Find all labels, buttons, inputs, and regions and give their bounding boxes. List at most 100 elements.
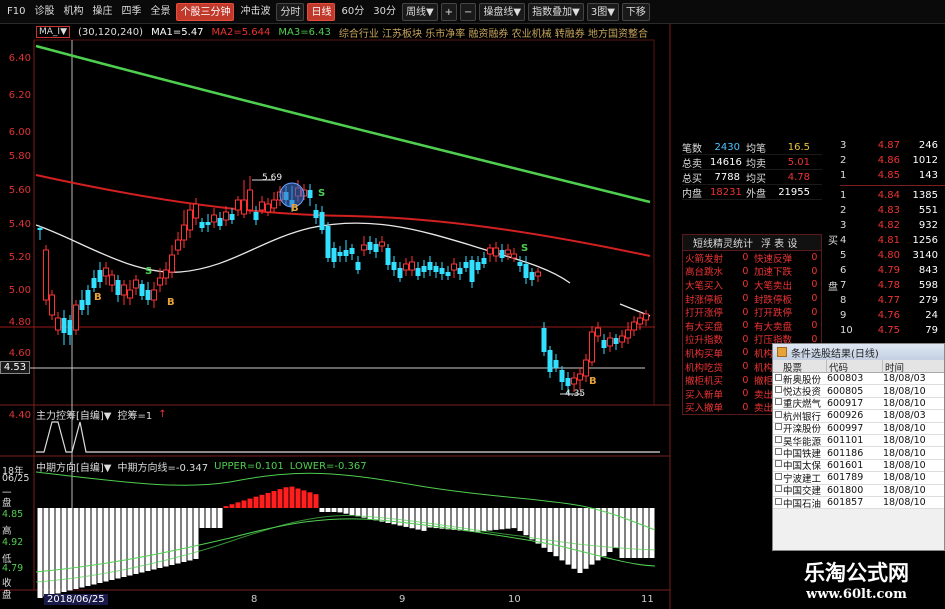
histogram-bar [463, 508, 469, 532]
histogram-bar [403, 508, 409, 527]
col-code[interactable]: 代码 [827, 360, 883, 374]
result-row[interactable]: 中国石油 601857 18/08/10 [773, 496, 944, 510]
level-price: 4.75 [877, 325, 900, 336]
price-tick: 4.80 [8, 317, 31, 328]
sell-signal: S [145, 266, 152, 277]
stock-code: 601857 [827, 497, 864, 509]
candle-body [307, 190, 313, 198]
spirit-count: 0 [742, 347, 749, 359]
level-index: 8 [840, 295, 847, 306]
spirit-row[interactable]: 有大买盘 0 有大卖盘 0 [683, 319, 821, 333]
spirit-count: 0 [742, 293, 749, 305]
candle-body [73, 304, 79, 331]
spirit-row[interactable]: 打开涨停 0 打开跌停 0 [683, 305, 821, 320]
histogram-bar [481, 508, 487, 532]
panel3-title[interactable]: 中期方向[自编]▼ [36, 459, 112, 474]
histogram-bar [247, 498, 253, 508]
histogram-bar [85, 508, 91, 586]
histogram-bar [613, 508, 619, 548]
candle-body [373, 244, 379, 252]
price-tick: 5.20 [8, 252, 31, 263]
stat-value: 14616 [710, 156, 742, 168]
histogram-bar [211, 508, 217, 528]
candle-body [337, 252, 343, 256]
histogram-bar [475, 508, 481, 532]
stat-key: 均笔 [746, 143, 766, 155]
low-annotation: 4.35 [565, 389, 586, 399]
panel3-label: 4.79 [2, 563, 24, 574]
col-stock[interactable]: 股票 [773, 360, 827, 374]
select-time: 18/08/03 [883, 373, 926, 385]
level-index: 2 [840, 155, 847, 166]
candle-body [235, 199, 241, 211]
candle-body [247, 189, 253, 211]
candle-body [535, 271, 541, 277]
histogram-bar [79, 508, 85, 588]
candle-body [541, 328, 547, 352]
histogram-bar [103, 508, 109, 582]
candle-body [529, 272, 535, 280]
histogram-bar [301, 490, 307, 508]
row-checkbox[interactable] [775, 448, 782, 456]
candle-body [127, 289, 133, 299]
spirit-row[interactable]: 封涨停板 0 封跌停板 0 [683, 292, 821, 306]
histogram-bar [49, 508, 55, 595]
row-checkbox[interactable] [775, 398, 782, 406]
dialog-titlebar[interactable]: 条件选股结果(日线) [773, 344, 944, 360]
histogram-bar [355, 508, 361, 517]
stat-key: 笔数 [682, 143, 702, 155]
level-index: 7 [840, 280, 847, 291]
candle-body [403, 263, 409, 271]
panel2-title[interactable]: 主力控筹[自编]▼ [36, 407, 112, 422]
histogram-bar [415, 508, 421, 530]
row-checkbox[interactable] [775, 472, 782, 480]
stat-key: 均买 [746, 173, 766, 185]
row-checkbox[interactable] [775, 497, 782, 505]
histogram-bar [271, 491, 277, 508]
histogram-bar [631, 508, 637, 558]
price-tick: 4.60 [8, 348, 31, 359]
candle-body [91, 278, 97, 288]
ma3-line [35, 44, 651, 204]
candle-body [199, 222, 205, 228]
stat-key: 外盘 [746, 188, 766, 200]
spirit-count: 0 [811, 265, 818, 277]
buy-level-row: 1 4.84 1385 [840, 188, 945, 203]
spirit-tabs[interactable]: 浮 表 设 [761, 235, 797, 250]
col-time[interactable]: 时间 [883, 360, 939, 374]
spirit-row[interactable]: 大笔买入 0 大笔卖出 0 [683, 278, 821, 292]
sell-level-row: 3 4.87 246 [840, 138, 945, 153]
spirit-label: 有大买盘 [685, 321, 724, 333]
candle-body [595, 327, 601, 337]
spirit-row[interactable]: 高台跳水 0 加速下跌 0 [683, 265, 821, 279]
spirit-title[interactable]: 短线精灵统计 [693, 235, 753, 250]
candle-body [475, 262, 481, 270]
row-checkbox[interactable] [775, 373, 782, 381]
pan-side-label: 盘 [828, 282, 838, 293]
row-checkbox[interactable] [775, 460, 782, 468]
buy-signal: B [167, 297, 175, 308]
candle-body [103, 267, 109, 277]
level-index: 6 [840, 265, 847, 276]
select-time: 18/08/10 [883, 484, 926, 496]
level-volume: 598 [918, 280, 938, 291]
stock-name: 中国石油 [783, 498, 822, 510]
level-volume: 143 [918, 170, 938, 181]
row-checkbox[interactable] [775, 485, 782, 493]
histogram-bar [289, 486, 295, 508]
histogram-bar [259, 494, 265, 508]
histogram-bar [73, 508, 79, 589]
row-checkbox[interactable] [775, 423, 782, 431]
candle-body [163, 269, 169, 279]
histogram-bar [553, 508, 559, 557]
row-checkbox[interactable] [775, 386, 782, 394]
histogram-bar [337, 508, 343, 513]
row-checkbox[interactable] [775, 435, 782, 443]
candle-body [607, 337, 613, 347]
histogram-bar [325, 508, 331, 512]
level-volume: 1385 [912, 190, 938, 201]
row-checkbox[interactable] [775, 410, 782, 418]
spirit-row[interactable]: 火箭发射 0 快速反弹 0 [683, 251, 821, 265]
control-line [36, 421, 660, 453]
stat-key: 总卖 [682, 158, 702, 170]
